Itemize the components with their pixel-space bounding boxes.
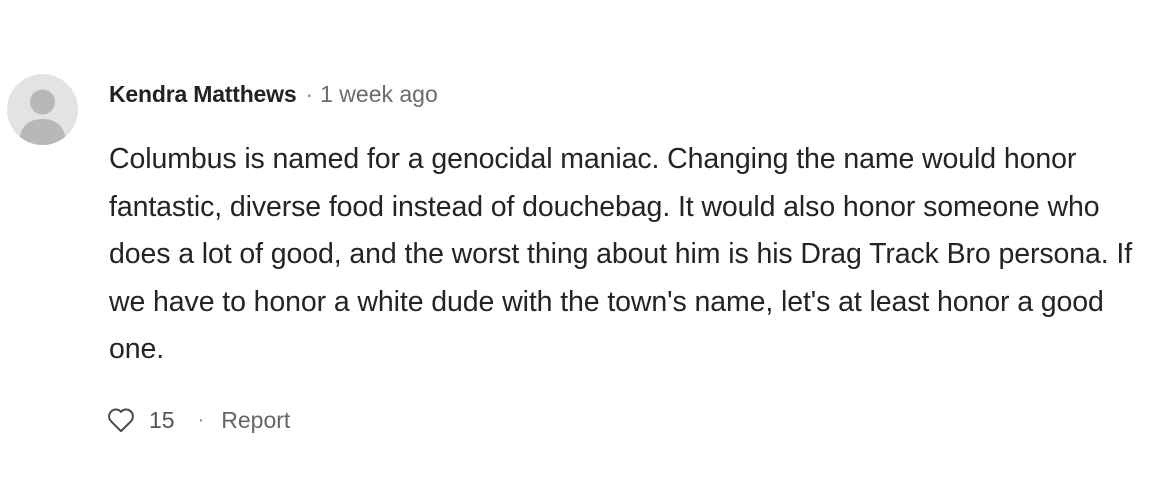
like-button[interactable]: 15 <box>107 407 175 434</box>
comment-header: Kendra Matthews · 1 week ago <box>109 79 438 109</box>
comment-card: Kendra Matthews · 1 week ago Columbus is… <box>0 0 1170 496</box>
comment-timestamp[interactable]: 1 week ago <box>320 81 438 108</box>
author-name[interactable]: Kendra Matthews <box>109 81 297 108</box>
header-separator: · <box>305 80 314 107</box>
comment-body: Columbus is named for a genocidal maniac… <box>109 143 1133 365</box>
report-button[interactable]: Report <box>221 407 290 434</box>
default-user-avatar-icon <box>19 89 66 145</box>
heart-outline-icon <box>108 408 134 433</box>
avatar[interactable] <box>7 74 78 145</box>
action-separator: · <box>197 408 205 431</box>
like-count: 15 <box>149 406 175 433</box>
comment-actions: 15 · Report <box>107 403 290 437</box>
